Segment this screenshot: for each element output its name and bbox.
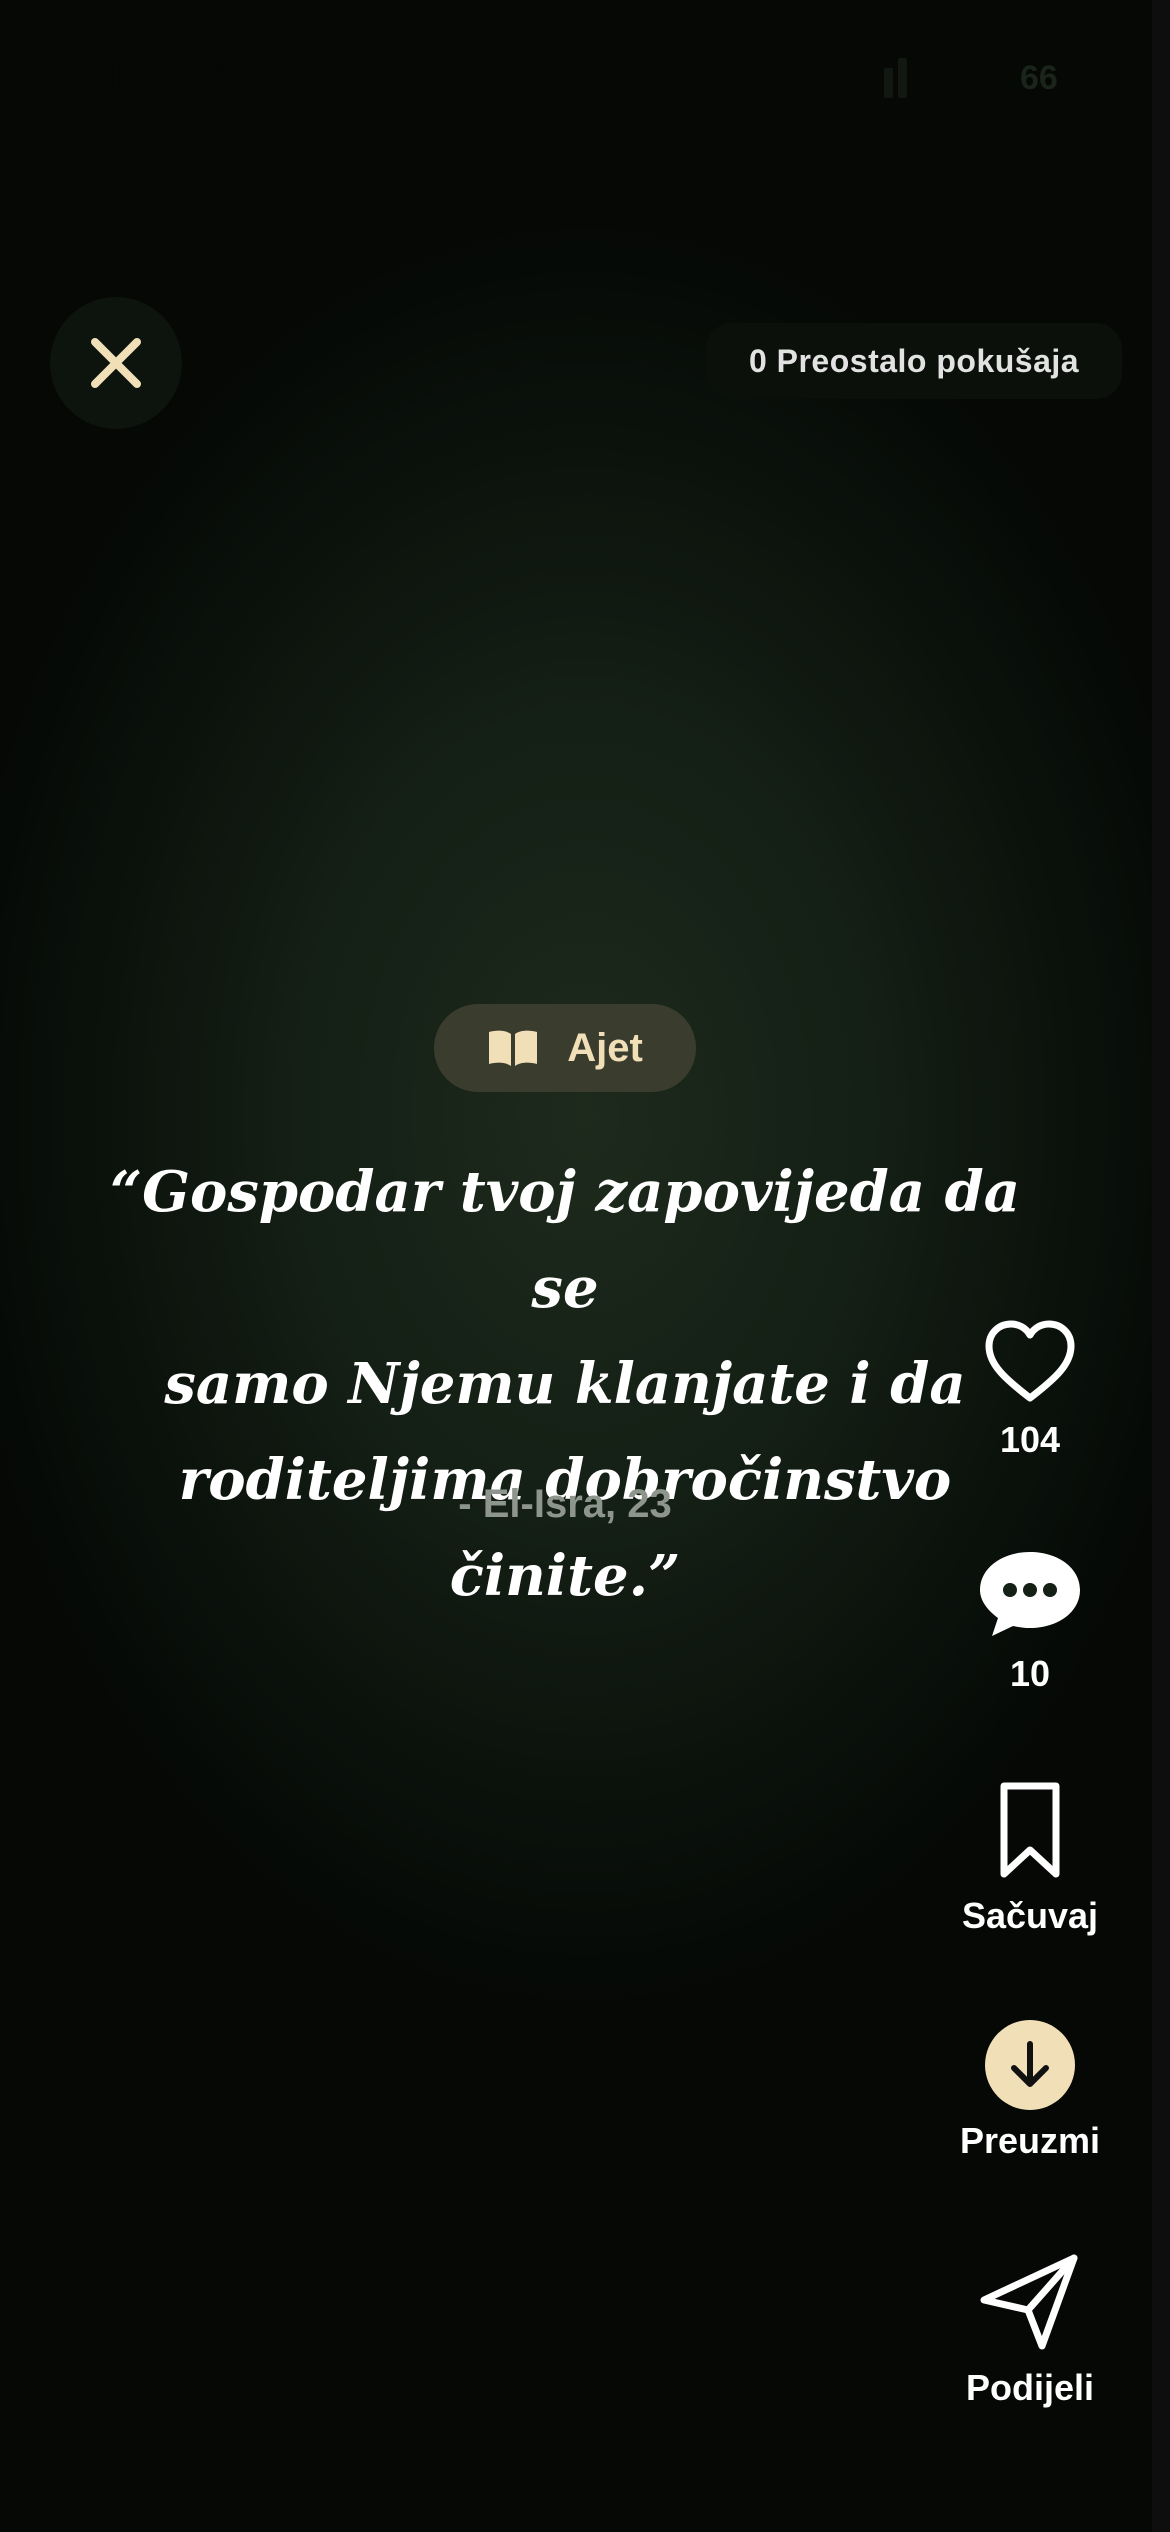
wifi-icon [934,58,990,101]
battery-icon: 66 [1008,56,1090,100]
download-icon [985,2020,1075,2110]
like-button[interactable]: 104 [940,1320,1120,1461]
send-icon [980,2254,1078,2350]
verse-quote: “Gospodar tvoj zapovijeda da se samo Nje… [70,1144,1060,1624]
download-label: Preuzmi [959,2120,1101,2161]
tag-label: Ajet [567,1025,643,1070]
quote-line: roditeljima dobročinstvo činite.” [178,1447,952,1609]
screen-edge [1152,0,1170,2532]
download-button[interactable]: Preuzmi [940,2020,1120,2162]
heart-icon [985,1320,1075,1402]
like-count: 104 [999,1419,1061,1460]
bookmark-icon [1000,1782,1060,1878]
comment-icon [980,1552,1080,1636]
status-time: 11:24 [100,49,236,107]
quote-line: “Gospodar tvoj zapovijeda da se [109,1159,1021,1321]
battery-cap [1094,68,1100,88]
close-button[interactable] [50,297,182,429]
verse-reference: - El-Isra, 23 [458,1482,672,1526]
share-label: Podijeli [965,2367,1095,2408]
moon-icon [241,59,278,100]
share-button[interactable]: Podijeli [940,2252,1120,2409]
save-label: Sačuvaj [961,1895,1099,1936]
quote-line: samo Njemu klanjate i da [164,1351,966,1417]
status-bar: 11:24 66 [0,0,1170,150]
comment-button[interactable]: 10 [940,1548,1120,1695]
close-icon [91,338,141,388]
attempts-remaining-badge: 0 Preostalo pokušaja [706,323,1122,399]
comment-count: 10 [1009,1653,1051,1694]
signal-icon [856,58,907,98]
ajet-tag: Ajet [434,1004,696,1092]
save-button[interactable]: Sačuvaj [940,1780,1120,1937]
book-icon [489,1030,538,1066]
